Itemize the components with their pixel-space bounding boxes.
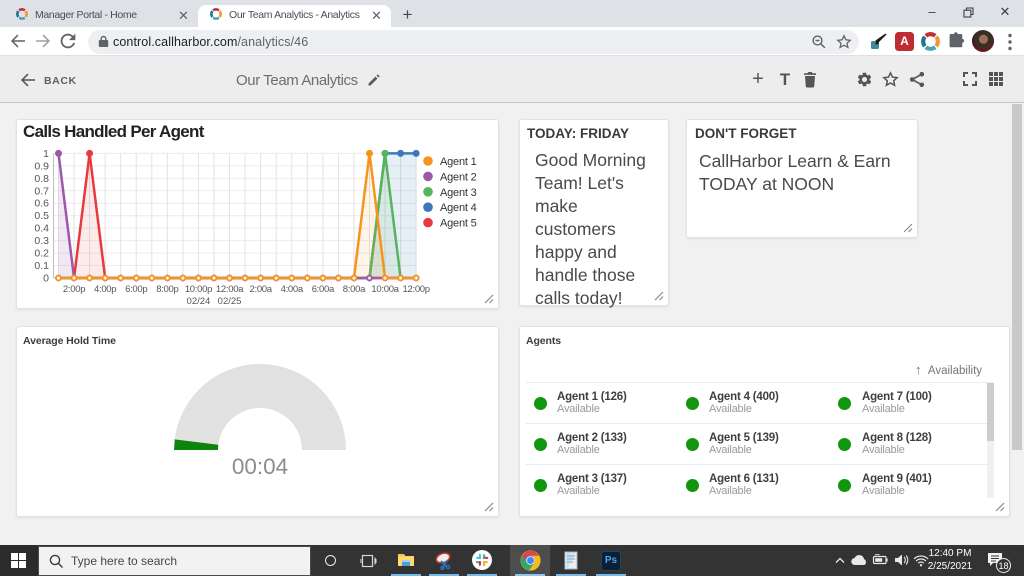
svg-text:Agent 4: Agent 4	[440, 202, 477, 214]
svg-text:Agent 1: Agent 1	[440, 156, 477, 168]
svg-text:8:00p: 8:00p	[156, 284, 178, 295]
svg-text:0.6: 0.6	[34, 198, 49, 210]
svg-text:0.8: 0.8	[34, 173, 49, 185]
svg-text:4:00p: 4:00p	[94, 284, 116, 295]
svg-text:2:00a: 2:00a	[250, 284, 273, 295]
svg-text:0.2: 0.2	[34, 248, 49, 260]
svg-text:10:00a: 10:00a	[371, 284, 399, 295]
svg-text:4:00a: 4:00a	[281, 284, 304, 295]
svg-text:1: 1	[43, 148, 49, 160]
svg-text:02/24: 02/24	[187, 296, 211, 307]
svg-text:0: 0	[43, 273, 49, 285]
svg-text:0.1: 0.1	[34, 260, 49, 272]
svg-text:0.3: 0.3	[34, 235, 49, 247]
svg-text:0.5: 0.5	[34, 210, 49, 222]
svg-text:10:00p: 10:00p	[185, 284, 212, 295]
svg-text:12:00a: 12:00a	[216, 284, 244, 295]
svg-text:Agent 2: Agent 2	[440, 171, 477, 183]
svg-text:02/25: 02/25	[218, 296, 242, 307]
svg-text:6:00p: 6:00p	[125, 284, 147, 295]
svg-text:0.7: 0.7	[34, 185, 49, 197]
svg-text:Agent 5: Agent 5	[440, 218, 477, 230]
svg-text:2:00p: 2:00p	[63, 284, 85, 295]
svg-text:12:00p: 12:00p	[403, 284, 430, 295]
svg-text:8:00a: 8:00a	[343, 284, 366, 295]
svg-text:6:00a: 6:00a	[312, 284, 335, 295]
svg-text:0.9: 0.9	[34, 160, 49, 172]
svg-text:Agent 3: Agent 3	[440, 187, 477, 199]
svg-text:0.4: 0.4	[34, 223, 49, 235]
